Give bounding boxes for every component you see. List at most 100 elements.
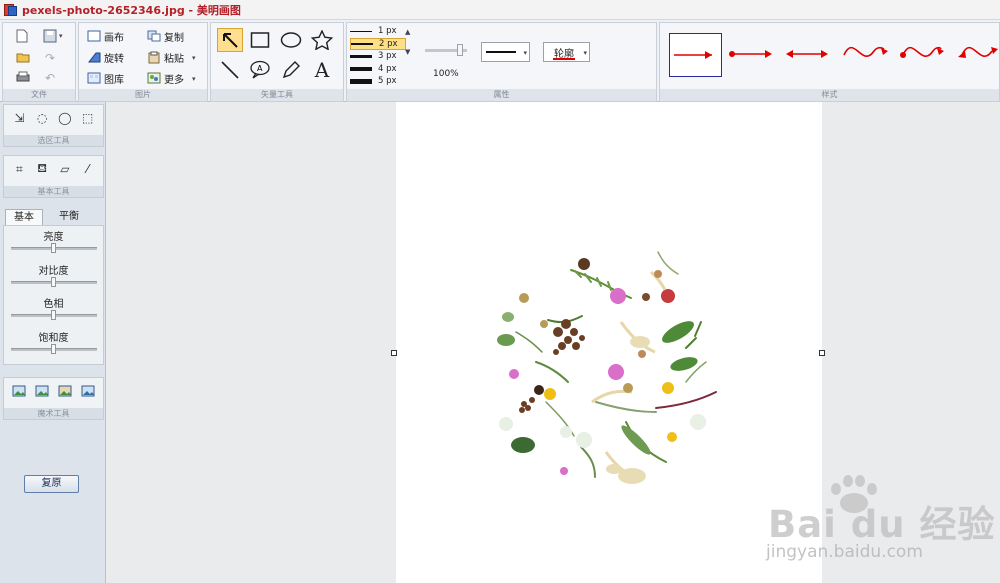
solid-line-preview <box>486 51 516 53</box>
line-icon <box>221 61 239 79</box>
contrast-slider[interactable] <box>10 277 97 287</box>
paste-label: 粘贴 <box>164 54 184 65</box>
svg-text:A: A <box>257 64 263 73</box>
picture-group-title: 图片 <box>79 89 207 101</box>
style-dot-wave-arrow[interactable] <box>898 37 948 72</box>
attributes-group-title: 属性 <box>347 89 656 101</box>
image-canvas[interactable] <box>396 102 822 583</box>
arrow-tool-button[interactable] <box>217 28 243 52</box>
outline-dropdown[interactable]: 轮廓 ▾ <box>543 42 590 62</box>
tab-basic[interactable]: 基本 <box>5 209 43 226</box>
adjust-tabs: 基本 平衡 <box>3 207 104 226</box>
copy-label: 复制 <box>164 33 184 44</box>
style-double-arrow[interactable] <box>784 39 832 72</box>
tab-balance[interactable]: 平衡 <box>49 209 89 226</box>
speech-bubble-icon: A <box>250 60 270 79</box>
outline-color-swatch <box>553 58 575 60</box>
magic-tool-2-icon[interactable] <box>34 383 50 399</box>
move-select-icon[interactable]: ⇲ <box>11 110 27 126</box>
adjust-panel: 亮度 对比度 色相 饱和度 <box>3 225 104 365</box>
flower-arrangement-photo <box>497 251 717 484</box>
wave-arrow-icon <box>843 46 888 58</box>
style-straight-arrow-selected[interactable] <box>669 33 722 77</box>
double-arrow-icon <box>786 50 828 58</box>
line-width-4px[interactable]: 4 px <box>350 63 406 76</box>
rotate-button[interactable]: 旋转 <box>87 50 124 65</box>
style-group: 样式 <box>659 22 1000 102</box>
gallery-button[interactable]: 图库 <box>87 71 124 86</box>
more-button[interactable]: 更多 ▾ <box>147 71 196 86</box>
rect-select-icon[interactable]: ⬚ <box>80 110 96 126</box>
style-wave-arrow[interactable] <box>842 37 892 72</box>
line-style-dropdown-icon: ▾ <box>523 49 527 57</box>
canvas-button[interactable]: 画布 <box>87 29 124 44</box>
hue-thumb[interactable] <box>50 310 56 320</box>
brightness-slider[interactable] <box>10 243 97 253</box>
line-width-2px[interactable]: 2 px <box>350 37 406 50</box>
paste-button[interactable]: 粘贴 ▾ <box>147 50 196 65</box>
redo-button[interactable]: ↷ <box>45 51 55 65</box>
line-style-dropdown[interactable]: ▾ <box>481 42 530 62</box>
opacity-slider-thumb[interactable] <box>457 44 463 56</box>
pencil-tool-button[interactable] <box>278 58 304 82</box>
magic-tool-4-icon[interactable] <box>80 383 96 399</box>
basic-tools-title: 基本工具 <box>4 186 103 197</box>
open-button[interactable] <box>16 51 30 63</box>
magic-tool-3-icon[interactable] <box>57 383 73 399</box>
line-tool-button[interactable] <box>217 58 243 82</box>
vector-group-title: 矢量工具 <box>211 89 343 101</box>
hue-slider[interactable] <box>10 310 97 320</box>
more-icon <box>147 72 161 83</box>
magic-tool-1-icon[interactable] <box>11 383 27 399</box>
select-tools-group: ⇲ ◌ ◯ ⬚ 选区工具 <box>3 104 104 147</box>
ellipse-select-icon[interactable]: ◯ <box>57 110 73 126</box>
line-width-5px[interactable]: 5 px <box>350 75 406 88</box>
scroll-up-icon[interactable]: ▲ <box>405 25 410 39</box>
lasso-select-icon[interactable]: ◌ <box>34 110 50 126</box>
vector-tools-group: A A 矢量工具 <box>210 22 344 102</box>
copy-button[interactable]: 复制 <box>147 29 184 44</box>
callout-tool-button[interactable]: A <box>247 58 273 82</box>
crop-icon[interactable]: ⌗ <box>11 161 27 177</box>
new-file-button[interactable] <box>16 29 28 43</box>
paste-icon <box>148 51 160 63</box>
star-tool-button[interactable] <box>309 28 335 52</box>
save-dropdown-icon[interactable]: ▾ <box>59 29 63 43</box>
picture-group: 画布 复制 旋转 粘贴 ▾ 图库 更多 ▾ 图片 <box>78 22 208 102</box>
dot-wave-arrow-icon <box>900 46 944 58</box>
file-group-title: 文件 <box>3 89 75 101</box>
eyedropper-icon[interactable]: ⁄ <box>80 161 96 177</box>
copy-icon <box>147 30 161 41</box>
basic-tools-group: ⌗ ⛾ ▱ ⁄ 基本工具 <box>3 155 104 198</box>
opacity-slider[interactable] <box>425 44 467 56</box>
line-width-1px[interactable]: 1 px <box>350 25 406 38</box>
contrast-thumb[interactable] <box>50 277 56 287</box>
watermark-brand: Bai du 经验 <box>768 503 996 546</box>
ellipse-tool-button[interactable] <box>278 28 304 52</box>
attributes-group: 1 px 2 px 3 px 4 px 5 px ▲ ▼ 100% ▾ 轮廓 ▾… <box>346 22 657 102</box>
eraser-icon[interactable]: ▱ <box>57 161 73 177</box>
reset-button[interactable]: 复原 <box>24 475 79 493</box>
rotate-icon <box>87 52 101 62</box>
line-width-3px[interactable]: 3 px <box>350 50 406 63</box>
gallery-label: 图库 <box>104 75 124 86</box>
more-dropdown-icon[interactable]: ▾ <box>192 72 196 86</box>
resize-handle-right[interactable] <box>819 350 825 356</box>
saturation-slider[interactable] <box>10 344 97 354</box>
style-double-wave-arrow[interactable] <box>956 37 1000 72</box>
text-tool-button[interactable]: A <box>309 58 335 82</box>
rectangle-tool-button[interactable] <box>247 28 273 52</box>
dot-arrow-icon <box>729 50 772 58</box>
gallery-icon <box>87 72 101 83</box>
save-button[interactable]: ▾ <box>43 29 63 43</box>
brightness-thumb[interactable] <box>50 243 56 253</box>
print-button[interactable] <box>16 71 30 83</box>
style-dot-arrow[interactable] <box>728 39 776 72</box>
resize-handle-left[interactable] <box>391 350 397 356</box>
fill-bucket-icon[interactable]: ⛾ <box>34 161 50 177</box>
paste-dropdown-icon[interactable]: ▾ <box>192 51 196 65</box>
undo-button[interactable]: ↶ <box>45 71 55 85</box>
saturation-thumb[interactable] <box>50 344 56 354</box>
scroll-down-icon[interactable]: ▼ <box>405 45 410 59</box>
diagonal-arrow-icon <box>223 33 238 48</box>
